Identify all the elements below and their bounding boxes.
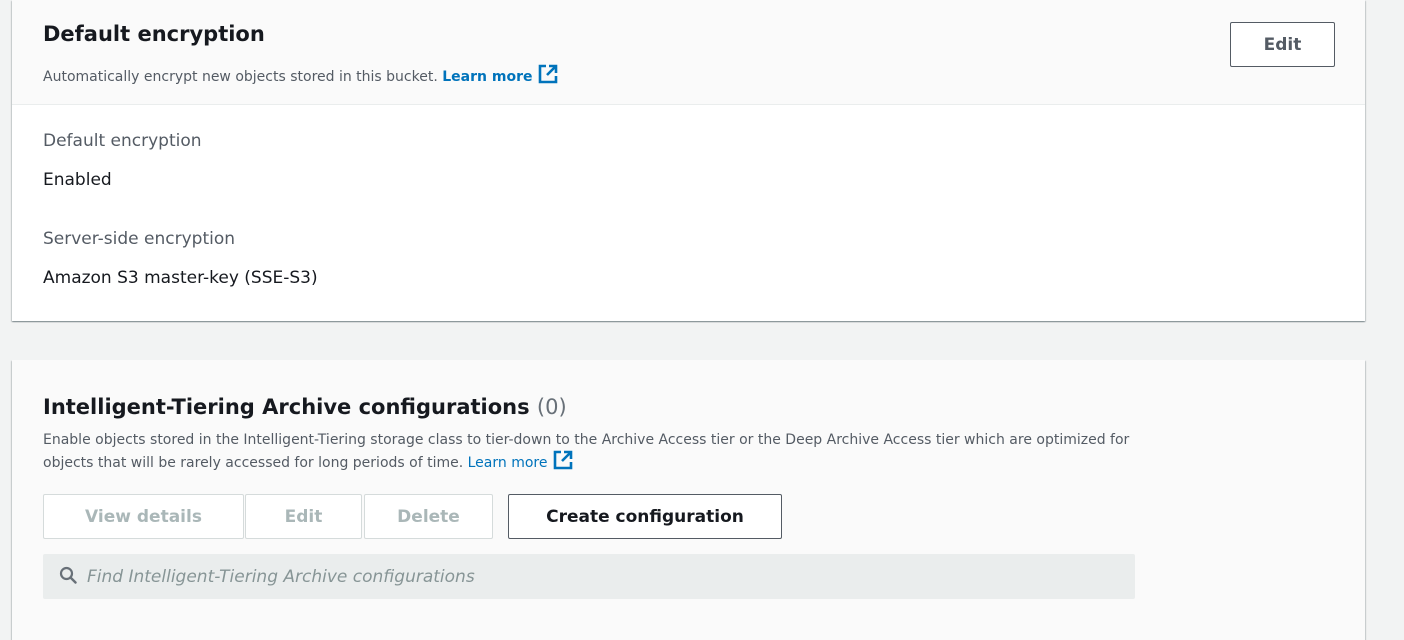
intelligent-tiering-title: Intelligent-Tiering Archive configuratio… bbox=[43, 395, 567, 419]
default-encryption-label: Default encryption bbox=[43, 131, 202, 151]
intelligent-tiering-title-text: Intelligent-Tiering Archive configuratio… bbox=[43, 395, 530, 419]
search-icon bbox=[59, 566, 77, 588]
intelligent-tiering-description: Enable objects stored in the Intelligent… bbox=[43, 430, 1333, 476]
external-link-icon bbox=[553, 450, 573, 476]
search-bar bbox=[43, 554, 1135, 599]
delete-configuration-button[interactable]: Delete bbox=[364, 494, 493, 539]
search-input[interactable] bbox=[85, 565, 1129, 588]
learn-more-label: Learn more bbox=[467, 455, 548, 471]
intelligent-tiering-panel: Intelligent-Tiering Archive configuratio… bbox=[12, 360, 1365, 640]
default-encryption-description: Automatically encrypt new objects stored… bbox=[43, 64, 558, 88]
server-side-encryption-label: Server-side encryption bbox=[43, 229, 236, 249]
configuration-count: (0) bbox=[536, 395, 567, 419]
external-link-icon bbox=[538, 64, 558, 88]
description-line-2: objects that will be rarely accessed for… bbox=[43, 455, 464, 471]
description-line-1: Enable objects stored in the Intelligent… bbox=[43, 432, 1130, 448]
create-configuration-button[interactable]: Create configuration bbox=[508, 494, 782, 539]
server-side-encryption-value: Amazon S3 master-key (SSE-S3) bbox=[43, 268, 318, 288]
description-text: Automatically encrypt new objects stored… bbox=[43, 69, 438, 85]
default-encryption-value: Enabled bbox=[43, 170, 112, 190]
default-encryption-panel: Default encryption Automatically encrypt… bbox=[12, 0, 1365, 321]
default-encryption-title: Default encryption bbox=[43, 22, 265, 46]
edit-configuration-button[interactable]: Edit bbox=[245, 494, 362, 539]
default-encryption-header: Default encryption Automatically encrypt… bbox=[12, 0, 1365, 105]
edit-encryption-button[interactable]: Edit bbox=[1230, 22, 1335, 67]
learn-more-label: Learn more bbox=[442, 69, 533, 85]
learn-more-link[interactable]: Learn more bbox=[442, 64, 558, 85]
view-details-button[interactable]: View details bbox=[43, 494, 244, 539]
learn-more-link[interactable]: Learn more bbox=[467, 450, 574, 471]
